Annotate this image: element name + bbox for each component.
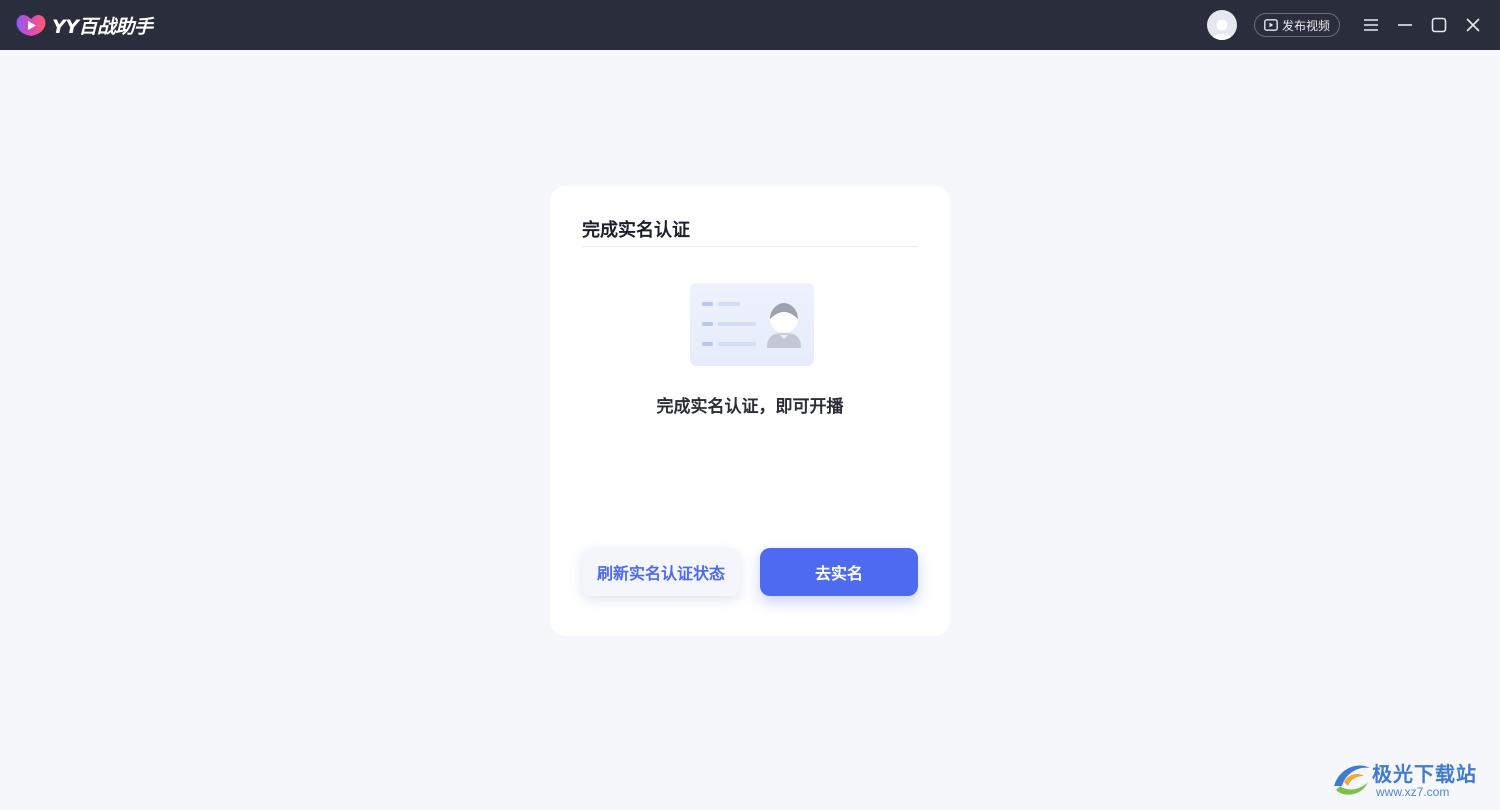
card-divider <box>582 246 918 247</box>
close-icon <box>1466 18 1480 32</box>
watermark-name: 极光下载站 <box>1372 762 1477 786</box>
app-logo: YY百战助手 <box>14 12 153 39</box>
watermark-url: www.xz7.com <box>1376 785 1450 799</box>
menu-icon <box>1364 19 1378 31</box>
card-message: 完成实名认证，即可开播 <box>656 397 844 417</box>
minimize-icon <box>1398 24 1412 26</box>
refresh-status-button[interactable]: 刷新实名认证状态 <box>582 548 740 596</box>
card-title: 完成实名认证 <box>582 220 690 241</box>
app-name: YY百战助手 <box>52 15 153 38</box>
verification-card: 完成实名认证 完成实名认证，即可开播 刷新实名认证状态 去实名 <box>550 186 950 636</box>
publish-video-button[interactable]: 发布视频 <box>1253 13 1340 37</box>
watermark-logo-icon <box>1334 765 1370 795</box>
user-icon <box>1210 19 1233 40</box>
id-card-icon <box>690 283 814 366</box>
video-play-icon <box>1264 19 1278 31</box>
close-button[interactable] <box>1456 0 1490 50</box>
user-avatar[interactable] <box>1206 10 1237 40</box>
go-verify-button[interactable]: 去实名 <box>760 548 918 596</box>
maximize-icon <box>1431 17 1447 33</box>
menu-button[interactable] <box>1354 0 1388 50</box>
yy-logo-icon <box>16 15 46 37</box>
watermark: 极光下载站 www.xz7.com <box>1330 758 1490 802</box>
title-bar: YY百战助手 发布视频 <box>0 0 1500 50</box>
publish-video-label: 发布视频 <box>1281 18 1330 33</box>
maximize-button[interactable] <box>1422 0 1456 50</box>
minimize-button[interactable] <box>1388 0 1422 50</box>
